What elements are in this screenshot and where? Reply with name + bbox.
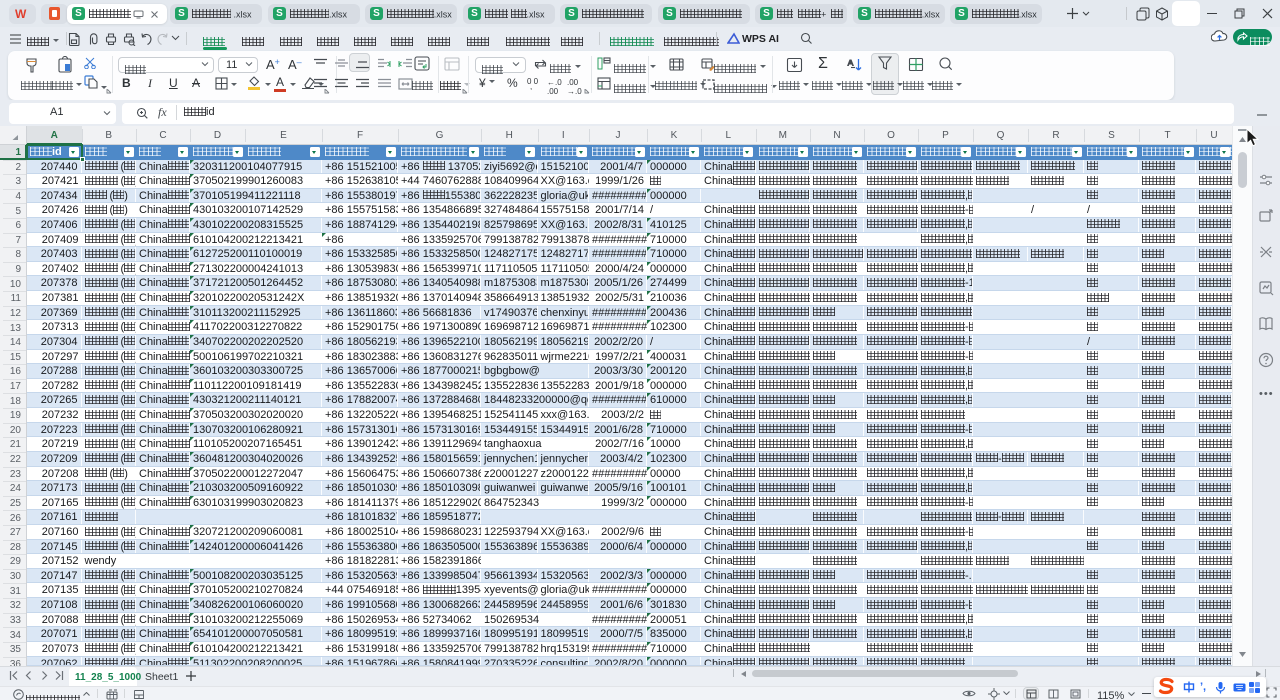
svg-text:W: W <box>15 8 27 19</box>
